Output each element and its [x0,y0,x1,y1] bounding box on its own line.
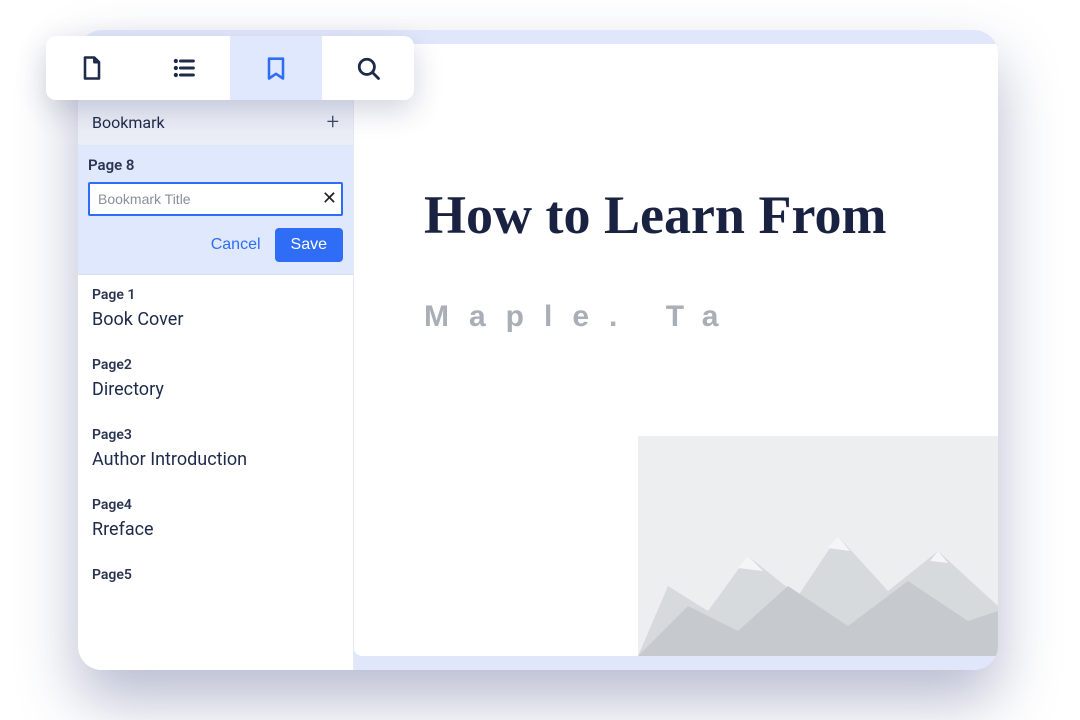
bookmark-icon [262,54,290,82]
bookmark-page: Page3 [92,427,339,443]
list-icon [170,54,198,82]
document-viewport[interactable]: How to Learn From Maple. Ta [354,44,998,656]
app-frame: Bookmark + Page 8 ✕ Cancel Save Page 1 B… [78,30,998,670]
bookmark-item[interactable]: Page2 Directory [78,345,353,415]
thumbnails-tab[interactable] [46,36,138,100]
bookmark-page: Page4 [92,497,339,513]
bookmark-page: Page 1 [92,287,339,303]
bookmark-list[interactable]: Page 1 Book Cover Page2 Directory Page3 … [78,275,353,670]
page-icon [78,54,106,82]
bookmark-title: Rreface [92,519,339,540]
bookmark-sidebar: Bookmark + Page 8 ✕ Cancel Save Page 1 B… [78,30,354,670]
clear-input-icon[interactable]: ✕ [322,190,337,208]
bookmark-title: Author Introduction [92,449,339,470]
view-toolbar [46,36,414,100]
bookmark-item[interactable]: Page 1 Book Cover [78,275,353,345]
document-subtitle: Maple. Ta [424,300,998,334]
search-icon [354,54,382,82]
bookmark-page: Page2 [92,357,339,373]
bookmark-title-input-wrap: ✕ [88,182,343,216]
new-bookmark-panel: Page 8 ✕ Cancel Save [78,146,353,275]
document-title: How to Learn From [424,184,998,246]
cancel-button[interactable]: Cancel [211,236,261,254]
bookmark-page: Page5 [92,567,339,583]
outline-tab[interactable] [138,36,230,100]
add-bookmark-icon[interactable]: + [327,110,339,135]
bookmark-tab[interactable] [230,36,322,100]
bookmark-item[interactable]: Page5 [78,555,353,604]
bookmark-item[interactable]: Page3 Author Introduction [78,415,353,485]
bookmark-item[interactable]: Page4 Rreface [78,485,353,555]
sidebar-title: Bookmark [92,113,165,132]
bookmark-title: Directory [92,379,339,400]
search-tab[interactable] [322,36,414,100]
bookmark-title-input[interactable] [88,182,343,216]
new-bookmark-actions: Cancel Save [88,228,343,262]
save-button[interactable]: Save [275,228,343,262]
new-bookmark-page-label: Page 8 [88,156,343,174]
bookmark-title: Book Cover [92,309,339,330]
sidebar-header: Bookmark + [78,100,353,146]
mountain-illustration [638,436,998,656]
